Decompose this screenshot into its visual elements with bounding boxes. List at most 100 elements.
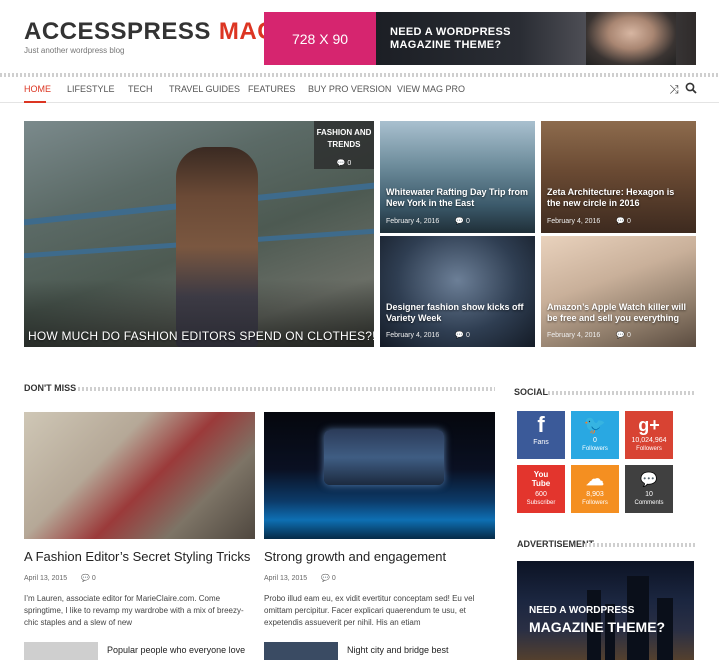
comment-icon: 💬 <box>455 218 465 225</box>
social-count: 10,024,964 <box>631 437 667 444</box>
comment-icon: 💬 <box>336 160 346 167</box>
twitter-icon: 🐦 <box>583 415 607 435</box>
active-nav-indicator <box>24 101 46 103</box>
social-label: Followers <box>582 446 608 452</box>
ad-model-image <box>586 12 676 65</box>
boat-image <box>324 430 444 485</box>
post-title[interactable]: Zeta Architecture: Hexagon is the new ci… <box>547 187 690 209</box>
comments-button[interactable]: 💬 10 Comments <box>625 465 673 513</box>
mini-post-title[interactable]: Night city and bridge best <box>347 645 449 655</box>
section-divider <box>585 543 696 547</box>
comment-count-value: 0 <box>465 332 470 339</box>
main-navigation: HOME LIFESTYLE TECH TRAVEL GUIDES FEATUR… <box>0 77 719 103</box>
social-count: 8,903 <box>586 491 604 498</box>
comment-count-value: 0 <box>465 218 470 225</box>
comment-icon: 💬 <box>455 332 465 339</box>
search-icon[interactable] <box>684 82 698 96</box>
post-meta: February 4, 2016 💬 0 <box>386 331 470 339</box>
googleplus-button[interactable]: g+ 10,024,964 Followers <box>625 411 673 459</box>
sidebar-ad[interactable]: NEED A WORDPRESS MAGAZINE THEME? <box>517 561 694 660</box>
section-heading-dont-miss: DON'T MISS <box>24 383 77 393</box>
youtube-button[interactable]: You Tube 600 Subscriber <box>517 465 565 513</box>
ad-line-2: MAGAZINE THEME? <box>529 619 666 635</box>
featured-post-tile[interactable]: Designer fashion show kicks off Variety … <box>380 236 535 347</box>
logo-text-primary: ACCESSPRESS <box>24 18 211 45</box>
featured-main-post[interactable]: FASHION AND TRENDS 💬 0 HOW MUCH DO FASHI… <box>24 121 374 347</box>
social-label: Comments <box>634 500 664 506</box>
site-logo[interactable]: ACCESSPRESS MAG <box>24 18 276 46</box>
post-title[interactable]: Designer fashion show kicks off Variety … <box>386 302 529 324</box>
featured-main-image <box>176 147 258 347</box>
post-thumbnail[interactable] <box>264 412 495 539</box>
ad-promo: NEED A WORDPRESS MAGAZINE THEME? <box>376 12 696 65</box>
post-title[interactable]: Whitewater Rafting Day Trip from New Yor… <box>386 187 529 209</box>
post-meta: February 4, 2016 💬 0 <box>547 217 631 225</box>
featured-post-tile[interactable]: Amazon’s Apple Watch killer will be free… <box>541 236 696 347</box>
category-badge[interactable]: FASHION AND TRENDS 💬 0 <box>314 121 374 169</box>
post-date: February 4, 2016 <box>386 218 440 225</box>
soundcloud-button[interactable]: ☁ 8,903 Followers <box>571 465 619 513</box>
post-date: February 4, 2016 <box>547 332 601 339</box>
post-excerpt: Probo illud eam eu, ex vidit evertitur c… <box>264 594 475 627</box>
featured-main-title[interactable]: HOW MUCH DO FASHION EDITORS SPEND ON CLO… <box>28 329 374 343</box>
post-meta: April 13, 2015 💬 0 <box>264 574 336 582</box>
post-date: February 4, 2016 <box>386 332 440 339</box>
social-count: 0 <box>593 437 597 444</box>
post-title[interactable]: Amazon’s Apple Watch killer will be free… <box>547 302 690 324</box>
mini-post-thumbnail[interactable] <box>264 642 338 660</box>
post-meta: February 4, 2016 💬 0 <box>386 217 470 225</box>
social-label: Subscriber <box>526 500 556 506</box>
post-thumbnail[interactable] <box>24 412 255 539</box>
header-ad-banner[interactable]: 728 X 90 NEED A WORDPRESS MAGAZINE THEME… <box>264 12 696 65</box>
post-date: April 13, 2015 <box>264 575 308 582</box>
comment-icon: 💬 <box>616 332 626 339</box>
facebook-button[interactable]: f Fans <box>517 411 565 459</box>
section-heading-social: SOCIAL <box>514 387 549 397</box>
comment-count-value: 0 <box>626 218 631 225</box>
comment-count-value: 0 <box>331 575 336 582</box>
post-date: April 13, 2015 <box>24 575 68 582</box>
ad-line-2: MAGAZINE THEME? <box>390 39 502 51</box>
mini-post-thumbnail[interactable] <box>24 642 98 660</box>
site-tagline: Just another wordpress blog <box>24 46 125 55</box>
featured-post-tile[interactable]: Whitewater Rafting Day Trip from New Yor… <box>380 121 535 233</box>
comment-count-value: 0 <box>626 332 631 339</box>
post-excerpt: I’m Lauren, associate editor for MarieCl… <box>24 594 244 627</box>
post-title[interactable]: Strong growth and engagement <box>264 549 446 564</box>
post-meta: February 4, 2016 💬 0 <box>547 331 631 339</box>
googleplus-icon: g+ <box>638 415 660 435</box>
comment-count-value: 0 <box>347 160 352 167</box>
ad-size-label: 728 X 90 <box>264 12 376 65</box>
nav-item-travel-guides[interactable]: TRAVEL GUIDES <box>169 84 240 94</box>
shuffle-icon[interactable]: ⤨ <box>667 82 681 96</box>
comment-icon: 💬 <box>616 218 626 225</box>
facebook-icon: f <box>537 412 545 437</box>
mini-post-title[interactable]: Popular people who everyone love <box>107 645 245 655</box>
ad-line-1: NEED A WORDPRESS <box>529 605 635 616</box>
post-title[interactable]: A Fashion Editor’s Secret Styling Tricks <box>24 549 250 564</box>
social-count: Fans <box>533 439 549 446</box>
comment-count: 💬 0 <box>314 159 374 167</box>
category-label: FASHION AND TRENDS <box>314 127 374 151</box>
youtube-icon: You Tube <box>531 470 551 488</box>
nav-item-home[interactable]: HOME <box>24 84 51 94</box>
nav-item-view-mag-pro[interactable]: VIEW MAG PRO <box>397 84 465 94</box>
section-divider <box>78 387 495 391</box>
comment-icon: 💬 <box>321 575 330 582</box>
ad-line-1: NEED A WORDPRESS <box>390 26 511 38</box>
nav-item-features[interactable]: FEATURES <box>248 84 295 94</box>
city-building <box>627 576 649 660</box>
twitter-button[interactable]: 🐦 0 Followers <box>571 411 619 459</box>
nav-item-tech[interactable]: TECH <box>128 84 153 94</box>
soundcloud-icon: ☁ <box>586 469 604 489</box>
nav-item-buy-pro[interactable]: BUY PRO VERSION <box>308 84 391 94</box>
comments-icon: 💬 <box>640 471 658 487</box>
social-label: Followers <box>636 446 662 452</box>
section-divider <box>548 391 696 395</box>
social-count: 600 <box>535 491 547 498</box>
nav-item-lifestyle[interactable]: LIFESTYLE <box>67 84 115 94</box>
category-line-2: TRENDS <box>327 140 361 149</box>
post-meta: April 13, 2015 💬 0 <box>24 574 96 582</box>
category-line-1: FASHION AND <box>316 128 372 137</box>
featured-post-tile[interactable]: Zeta Architecture: Hexagon is the new ci… <box>541 121 696 233</box>
